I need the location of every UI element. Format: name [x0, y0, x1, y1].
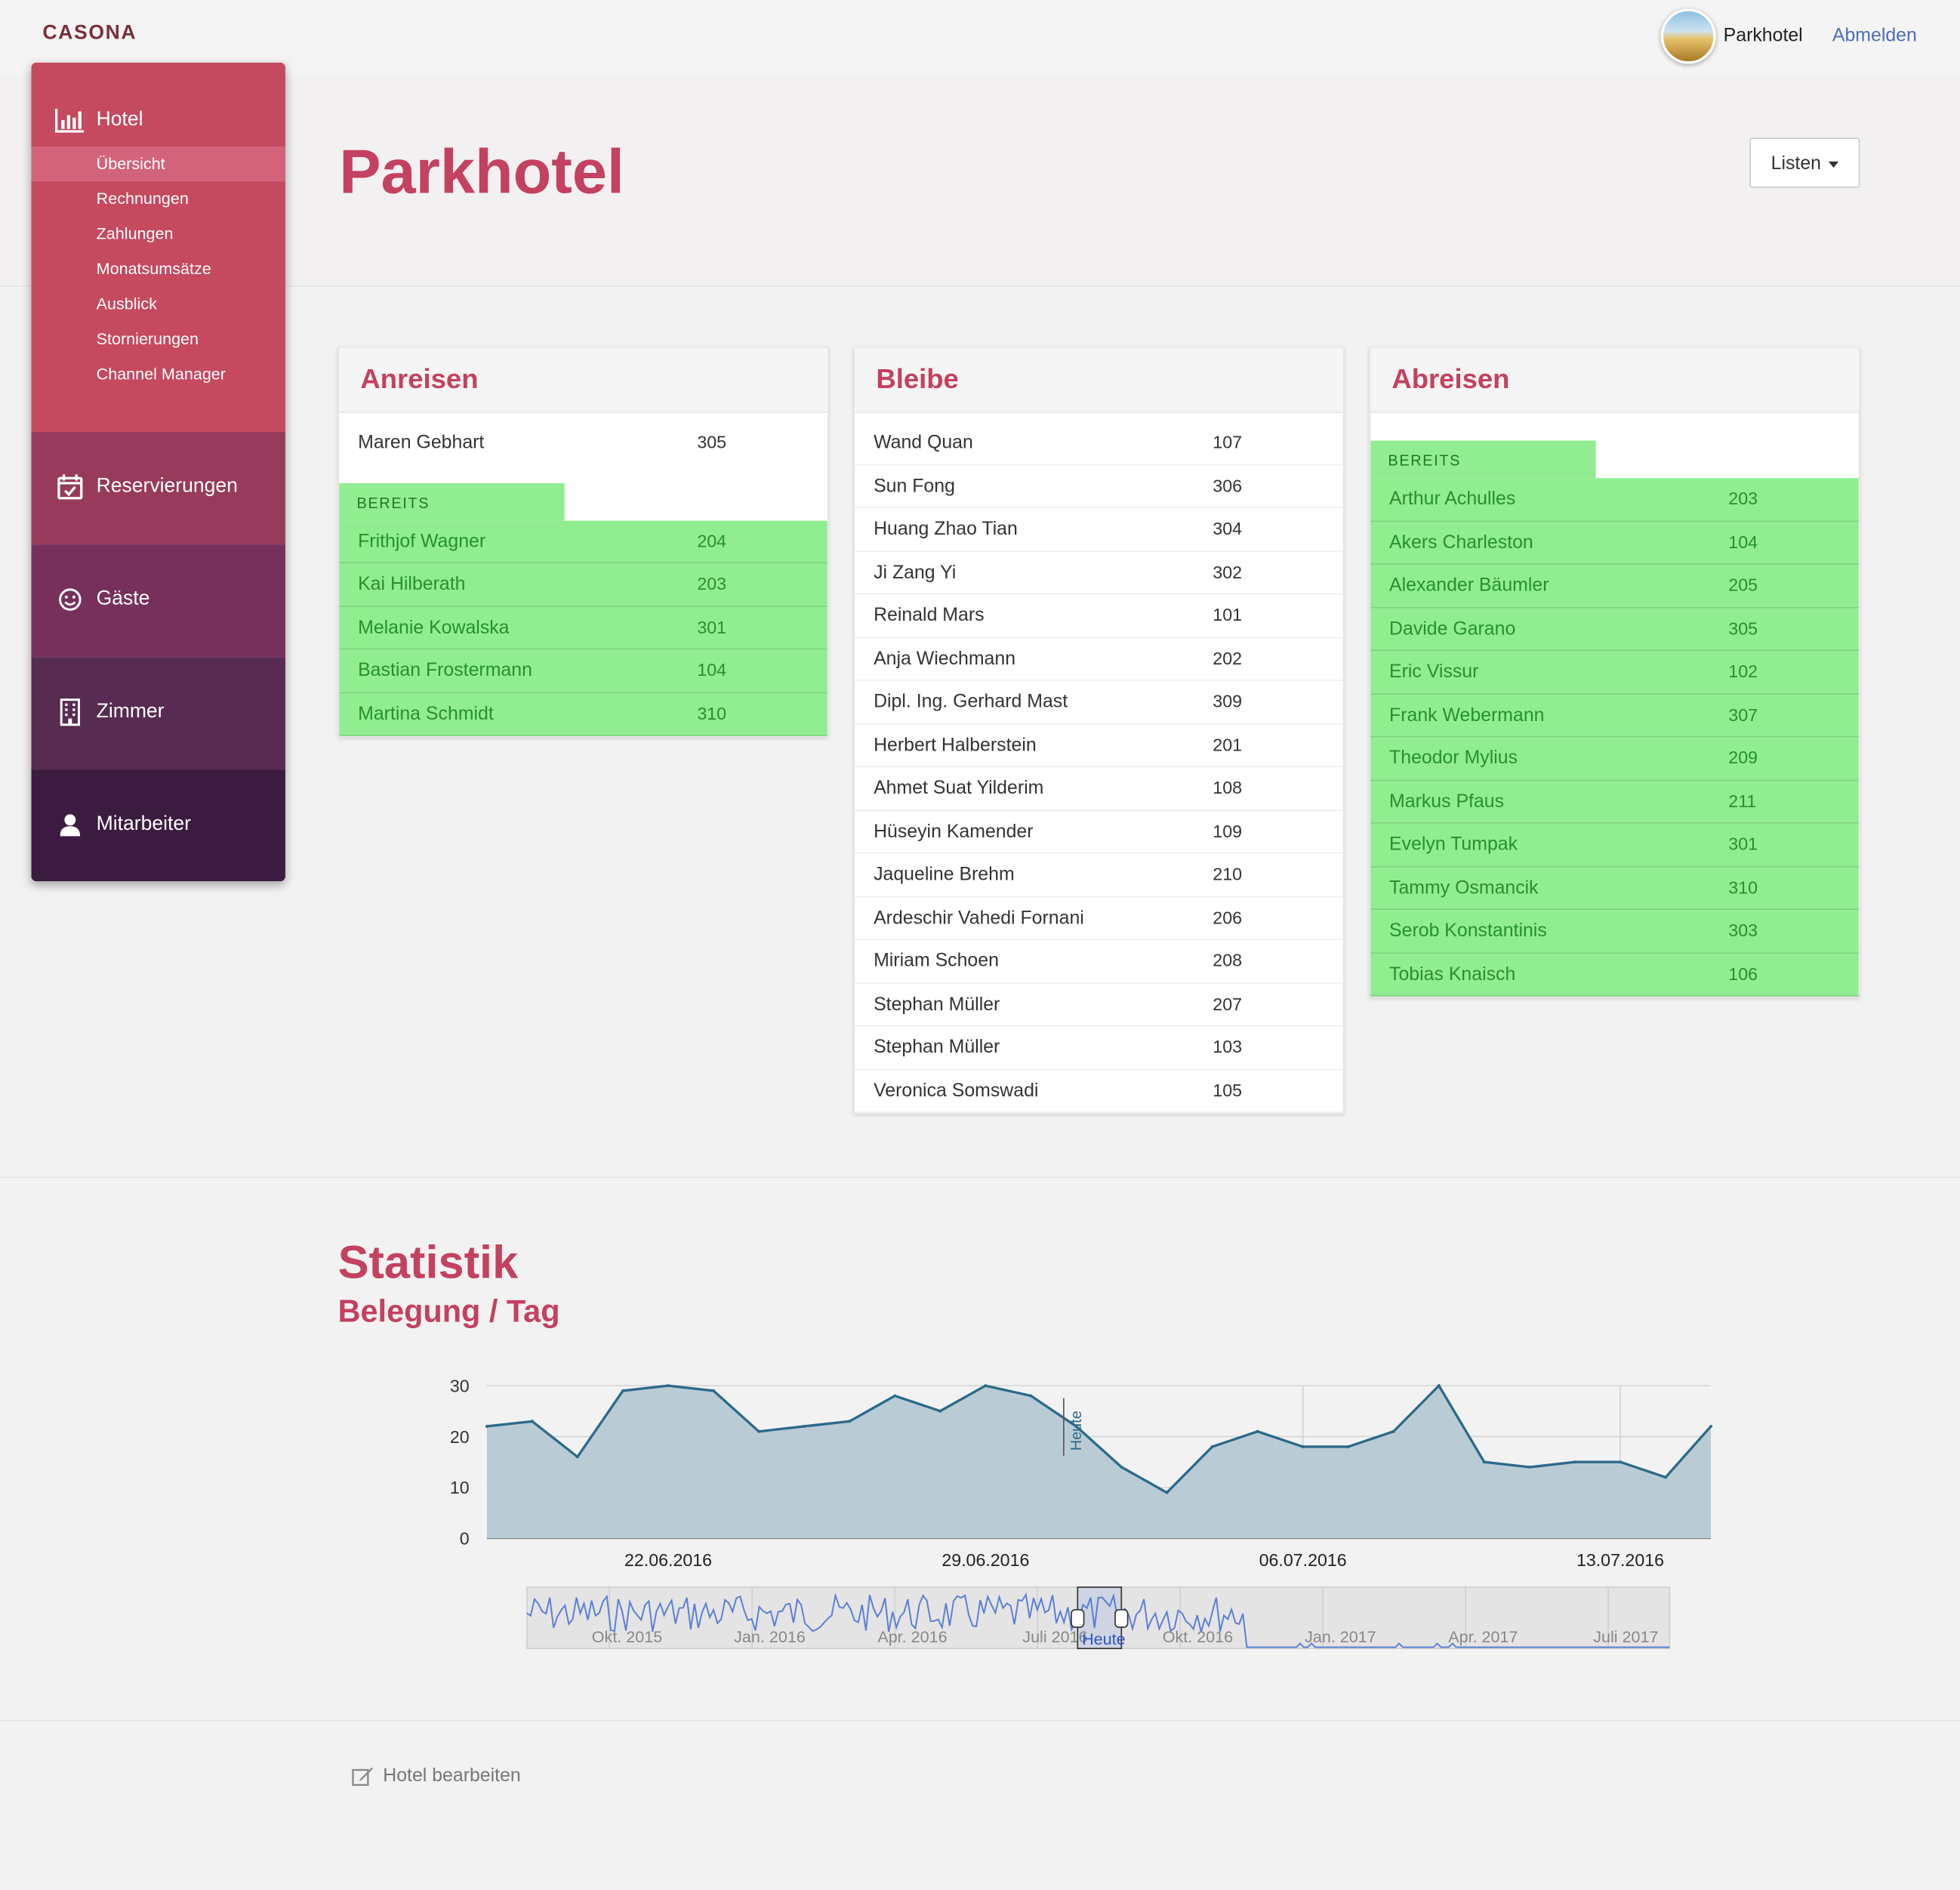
today-marker-label: Heute [1068, 1411, 1085, 1451]
data-point [848, 1420, 852, 1423]
data-point [1527, 1465, 1531, 1469]
data-point [893, 1394, 897, 1398]
navigator-handle [1071, 1608, 1085, 1628]
x-tick-label: 06.07.2016 [1259, 1550, 1347, 1570]
data-point [1165, 1491, 1169, 1494]
data-point [1210, 1444, 1214, 1448]
occupancy-chart: Heute 0 10 20 30 22.06.2016 29.06.2016 06.07.… [450, 1376, 1713, 1650]
data-point [1120, 1465, 1123, 1469]
data-point [485, 1425, 488, 1428]
data-point [1391, 1429, 1395, 1433]
data-point [757, 1429, 761, 1433]
data-point [667, 1384, 670, 1388]
data-point [621, 1389, 624, 1392]
data-point [1664, 1475, 1668, 1479]
navigator-today-label: Heute [1082, 1629, 1126, 1648]
data-point [1618, 1460, 1622, 1464]
y-tick-label: 30 [450, 1376, 470, 1395]
y-tick-label: 0 [460, 1529, 470, 1549]
navigator-handle [1114, 1608, 1129, 1628]
edit-icon [352, 1766, 373, 1786]
y-tick-label: 20 [450, 1427, 470, 1447]
data-point [984, 1384, 988, 1388]
data-point [803, 1425, 806, 1428]
data-point [530, 1420, 534, 1423]
data-point [575, 1455, 579, 1459]
range-navigator[interactable]: Okt. 2015 Jan. 2016 Apr. 2016 Juli 2016 Okt.… [526, 1586, 1671, 1650]
navigator-label: Apr. 2017 [1448, 1627, 1518, 1646]
navigator-label: Juli 2017 [1593, 1627, 1658, 1646]
edit-hotel-link[interactable]: Hotel bearbeiten [352, 1765, 521, 1787]
navigator-label: Jan. 2016 [734, 1627, 806, 1646]
data-point [1482, 1460, 1486, 1464]
x-tick-label: 13.07.2016 [1576, 1550, 1664, 1570]
y-tick-label: 10 [450, 1478, 470, 1497]
data-point [1256, 1429, 1259, 1433]
x-tick-label: 29.06.2016 [941, 1550, 1029, 1570]
x-tick-label: 22.06.2016 [624, 1550, 712, 1570]
data-point [938, 1409, 942, 1413]
edit-hotel-label: Hotel bearbeiten [383, 1765, 521, 1787]
occupancy-area [486, 1386, 1712, 1539]
data-point [1346, 1444, 1350, 1448]
data-point [1437, 1384, 1441, 1388]
data-point [1573, 1460, 1576, 1464]
data-point [1074, 1425, 1078, 1428]
data-point [1709, 1425, 1713, 1428]
navigator-label: Jan. 2017 [1305, 1627, 1376, 1646]
data-point [1301, 1444, 1305, 1448]
data-point [712, 1389, 716, 1392]
data-point [1029, 1394, 1033, 1398]
